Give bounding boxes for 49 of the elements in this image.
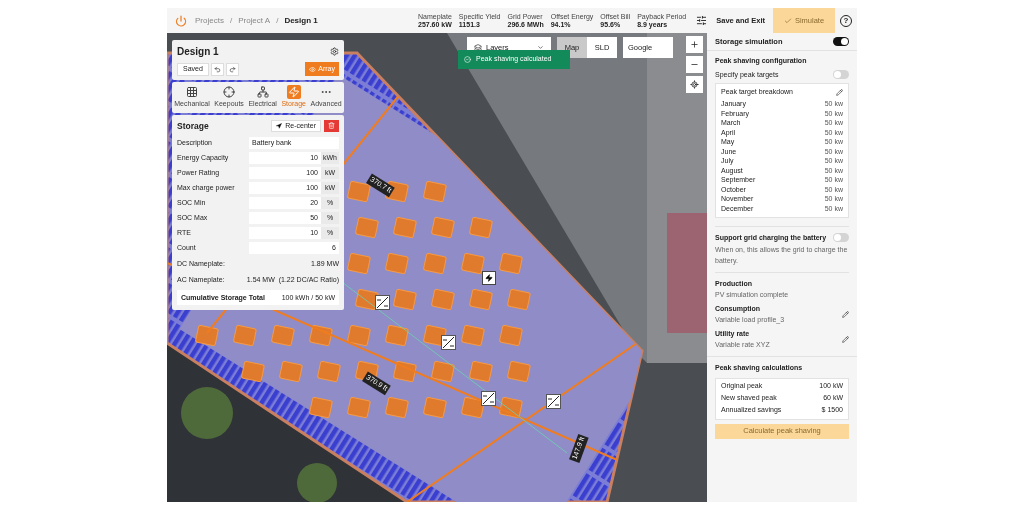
eye-icon bbox=[309, 65, 317, 73]
toggle-switch[interactable] bbox=[833, 233, 849, 243]
toggle-switch[interactable] bbox=[833, 37, 849, 46]
toggle-switch[interactable] bbox=[833, 70, 849, 80]
battery-block[interactable] bbox=[308, 396, 333, 419]
inverter-icon[interactable] bbox=[546, 394, 561, 409]
lightning-icon bbox=[287, 86, 300, 98]
locate-button[interactable] bbox=[686, 76, 703, 93]
redo-button[interactable] bbox=[225, 62, 239, 76]
layers-icon bbox=[474, 43, 482, 52]
storage-title: Storage bbox=[177, 119, 209, 133]
battery-block[interactable] bbox=[346, 180, 371, 203]
breadcrumb-link[interactable]: Projects bbox=[195, 14, 224, 27]
trash-icon bbox=[328, 122, 335, 130]
chevron-down-icon bbox=[537, 44, 544, 51]
power-logo-icon[interactable] bbox=[175, 14, 187, 27]
grid-icon bbox=[186, 86, 198, 98]
edit-icon[interactable] bbox=[836, 88, 843, 96]
undo-button[interactable] bbox=[210, 62, 224, 76]
locate-icon bbox=[690, 80, 699, 89]
inverter-icon[interactable] bbox=[375, 295, 390, 310]
navigation-arrow-icon bbox=[276, 122, 283, 129]
inverter-icon[interactable] bbox=[441, 335, 456, 350]
battery-block[interactable] bbox=[460, 396, 485, 419]
breadcrumb-separator: / bbox=[229, 14, 233, 27]
network-icon bbox=[256, 86, 269, 98]
plus-icon bbox=[690, 40, 699, 49]
check-circle-icon bbox=[464, 56, 471, 63]
sliders-icon[interactable] bbox=[696, 15, 708, 26]
battery-block[interactable] bbox=[194, 324, 219, 347]
check-icon bbox=[783, 16, 792, 25]
undo-icon bbox=[213, 65, 221, 73]
breadcrumb-separator: / bbox=[276, 14, 279, 27]
settings-icon[interactable] bbox=[330, 47, 339, 56]
edit-icon[interactable] bbox=[842, 311, 849, 318]
edit-icon[interactable] bbox=[842, 336, 849, 343]
breadcrumb-link[interactable]: Project A bbox=[238, 14, 271, 27]
tree-drawing bbox=[297, 463, 337, 502]
inverter-icon[interactable] bbox=[481, 391, 496, 406]
tree-drawing bbox=[181, 387, 233, 439]
battery-block[interactable] bbox=[422, 324, 447, 347]
battery-block[interactable] bbox=[240, 360, 265, 383]
design-title: Design 1 bbox=[177, 45, 219, 59]
redo-icon bbox=[228, 65, 236, 73]
breadcrumb-link[interactable]: Design 1 bbox=[284, 14, 318, 27]
storage-marker-icon[interactable] bbox=[482, 271, 496, 285]
delete-button[interactable] bbox=[324, 119, 339, 132]
zoom-in-button[interactable] bbox=[686, 36, 703, 53]
crosshair-icon bbox=[223, 86, 236, 98]
